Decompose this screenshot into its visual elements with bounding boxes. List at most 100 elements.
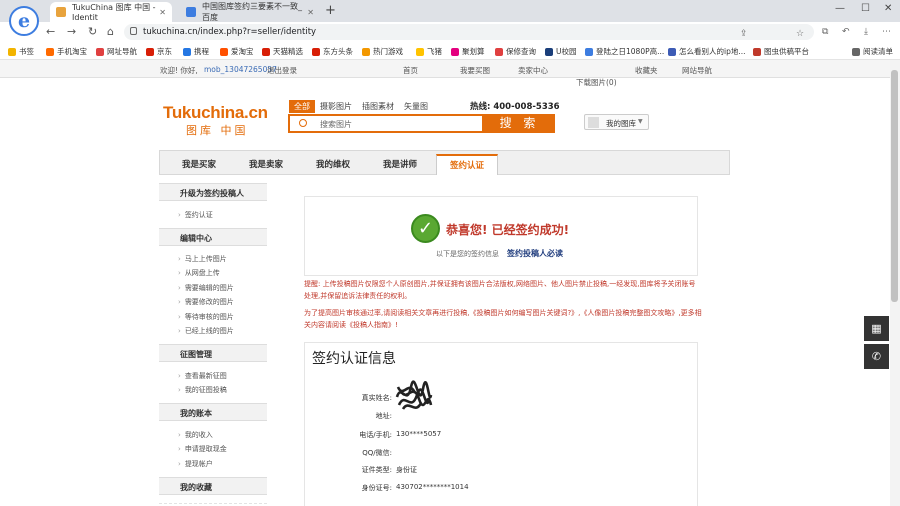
- home-link[interactable]: 首页: [403, 65, 418, 76]
- field-value: 130****5057: [396, 430, 442, 438]
- page-content: 欢迎! 你好, mob_13047265057 退出登录 首页 我要买图 卖家中…: [0, 60, 890, 506]
- share-icon[interactable]: ⇪: [740, 29, 748, 39]
- bookmark-item[interactable]: 聚划算: [451, 46, 485, 57]
- bookmark-item[interactable]: 网址导航: [96, 46, 137, 57]
- favorite-star-icon[interactable]: ☆: [796, 29, 804, 39]
- bookmark-item[interactable]: 飞猪: [416, 46, 442, 57]
- username-link[interactable]: mob_13047265057: [204, 65, 277, 74]
- search-input[interactable]: 搜索图片: [288, 114, 484, 133]
- my-gallery-dropdown[interactable]: 我的图库 ▼: [584, 114, 649, 130]
- sidebar-item[interactable]: 查看最新征图: [178, 371, 227, 381]
- buy-link[interactable]: 我要买图: [460, 65, 490, 76]
- jd-icon: [146, 47, 154, 56]
- bookmark-item[interactable]: 保修查询: [495, 46, 536, 57]
- bookmark-label: 聚划算: [462, 47, 485, 56]
- back-button[interactable]: ←: [46, 25, 55, 38]
- close-window-icon[interactable]: ✕: [884, 3, 892, 14]
- bookmark-item[interactable]: 书签: [8, 46, 34, 57]
- reload-button[interactable]: ↻: [88, 25, 97, 38]
- sidebar-item[interactable]: 需要编辑的图片: [178, 283, 234, 293]
- tab-baidu[interactable]: 中国图库签约三要素不一致_百度 ✕: [180, 2, 320, 22]
- search-tab-vector[interactable]: 矢量图: [399, 100, 433, 113]
- sidebar-item[interactable]: 签约认证: [178, 210, 213, 220]
- bookmark-item[interactable]: 天猫精选: [262, 46, 303, 57]
- lock-icon: [130, 27, 137, 35]
- fliggy-icon: [416, 47, 424, 56]
- logout-link[interactable]: 退出登录: [267, 65, 297, 76]
- bookmark-label: 爱淘宝: [231, 47, 254, 56]
- search-button[interactable]: 搜 索: [484, 114, 555, 133]
- search-tab-photo[interactable]: 摄影图片: [315, 100, 357, 113]
- favorites-link[interactable]: 收藏夹: [635, 65, 658, 76]
- sidebar-item[interactable]: 我的征图投稿: [178, 385, 227, 395]
- bookmark-label: 阅读清单: [863, 47, 893, 56]
- nav-lecturer[interactable]: 我是讲师: [383, 158, 417, 170]
- scrollbar-thumb[interactable]: [891, 70, 898, 302]
- close-icon[interactable]: ✕: [159, 8, 166, 17]
- success-subtitle: 以下是您的签约信息 签约投稿人必读: [436, 248, 563, 259]
- bookmark-item[interactable]: 东方头条: [312, 46, 353, 57]
- sidebar-item[interactable]: 马上上传图片: [178, 254, 227, 264]
- new-tab-button[interactable]: +: [325, 3, 336, 18]
- sidebar-item[interactable]: 从网盘上传: [178, 268, 220, 278]
- maximize-icon[interactable]: ☐: [861, 3, 870, 14]
- sidebar-header: 编辑中心: [159, 228, 267, 246]
- bookmark-item[interactable]: U校园: [545, 46, 577, 57]
- aitaobao-icon: [220, 47, 228, 56]
- bookmark-item[interactable]: 手机淘宝: [46, 46, 87, 57]
- nav-seller[interactable]: 我是卖家: [249, 158, 283, 170]
- url-field[interactable]: tukuchina.cn/index.php?r=seller/identity…: [124, 24, 814, 40]
- tukuchina-favicon: [56, 7, 66, 17]
- tuchong-icon: [753, 47, 761, 56]
- qr-code-icon[interactable]: ▦: [864, 316, 889, 341]
- field-label: QQ/微信:: [362, 449, 392, 457]
- sidebar-item[interactable]: 提现帐户: [178, 459, 213, 469]
- success-box: ✓ 恭喜您! 已经签约成功! 以下是您的签约信息 签约投稿人必读: [304, 196, 698, 276]
- sidebar-item[interactable]: 已经上线的图片: [178, 326, 234, 336]
- nav-rights[interactable]: 我的维权: [316, 158, 350, 170]
- contributor-guide-link[interactable]: 签约投稿人必读: [507, 249, 563, 258]
- close-icon[interactable]: ✕: [307, 8, 314, 17]
- download-icon[interactable]: ⤓: [864, 27, 868, 37]
- bookmark-item[interactable]: 携程: [183, 46, 209, 57]
- sidebar-header: 我的收藏: [159, 477, 267, 495]
- bookmark-item[interactable]: 热门游戏: [362, 46, 403, 57]
- field-label: 证件类型:: [361, 466, 392, 474]
- field-value: 430702********1014: [396, 483, 469, 491]
- search-tab-illustration[interactable]: 插图素材: [357, 100, 399, 113]
- seller-center-link[interactable]: 卖家中心: [518, 65, 548, 76]
- phone-icon[interactable]: ✆: [864, 344, 889, 369]
- site-top-bar: 欢迎! 你好, mob_13047265057 退出登录 首页 我要买图 卖家中…: [0, 60, 890, 87]
- minimize-icon[interactable]: —: [835, 3, 845, 14]
- sidebar-item[interactable]: 我的收入: [178, 430, 213, 440]
- bookmark-label: 携程: [194, 47, 209, 56]
- site-logo-cn: 图库 中国: [186, 124, 249, 137]
- bookmark-item[interactable]: 爱淘宝: [220, 46, 254, 57]
- reading-list[interactable]: 阅读清单: [852, 46, 893, 57]
- bookmark-item[interactable]: 京东: [146, 46, 172, 57]
- tab-title: TukuChina 图库 中国 - Identit: [72, 3, 156, 22]
- search-tab-all[interactable]: 全部: [289, 100, 315, 113]
- nav-buyer[interactable]: 我是买家: [182, 158, 216, 170]
- undo-icon[interactable]: ↶: [842, 27, 850, 37]
- collections-icon[interactable]: ⧉: [822, 27, 828, 37]
- bookmark-item[interactable]: 图虫供稿平台: [753, 46, 809, 57]
- download-count[interactable]: 下载图片(0): [576, 77, 617, 88]
- sidebar-item[interactable]: 等待审核的图片: [178, 312, 234, 322]
- baidu-paw-icon: [668, 47, 676, 56]
- sidebar-item[interactable]: 申请提取现金: [178, 444, 227, 454]
- my-gallery-label: 我的图库: [606, 119, 636, 128]
- site-nav-link[interactable]: 网站导航: [682, 65, 712, 76]
- bookmark-label: 图虫供稿平台: [764, 47, 809, 56]
- menu-icon[interactable]: ⋯: [882, 27, 891, 37]
- bookmark-item[interactable]: 怎么看别人的ip地...: [668, 46, 746, 57]
- bookmark-label: 飞猪: [427, 47, 442, 56]
- sidebar-item[interactable]: 需要修改的图片: [178, 297, 234, 307]
- nav-certification[interactable]: 签约认证: [436, 154, 499, 175]
- home-icon[interactable]: ⌂: [107, 25, 114, 38]
- site-logo[interactable]: Tukuchina.cn: [163, 103, 268, 123]
- tab-tukuchina[interactable]: TukuChina 图库 中国 - Identit ✕: [50, 2, 172, 22]
- forward-button[interactable]: →: [67, 25, 76, 38]
- bookmark-item[interactable]: 登陆之日1080P高...: [585, 46, 664, 57]
- field-label: 电话/手机:: [359, 431, 392, 439]
